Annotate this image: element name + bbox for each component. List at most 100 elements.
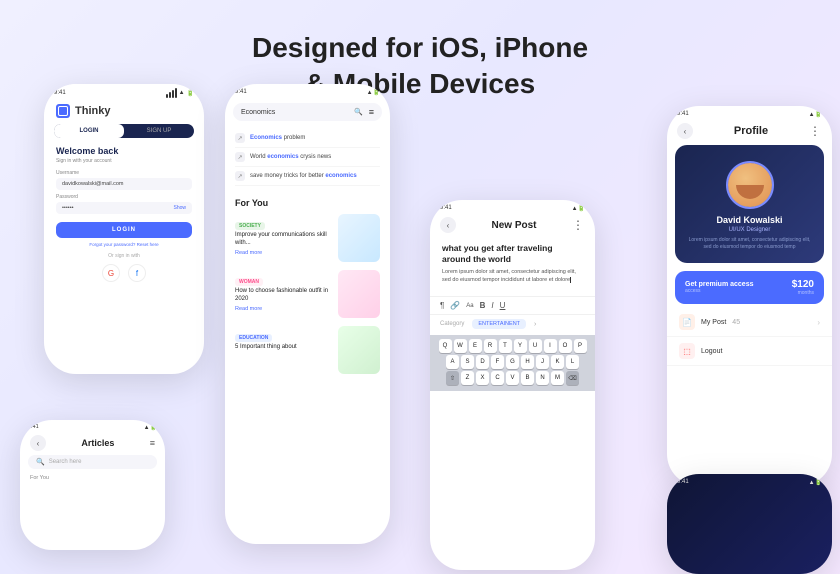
premium-banner[interactable]: Get premium access access $120 months [675, 271, 824, 304]
status-bar: 9:41 ▲🔋 [20, 420, 165, 433]
suggestion-item[interactable]: ↗ Economics problem [235, 129, 380, 148]
key-y[interactable]: Y [514, 339, 527, 353]
key-shift[interactable]: ⇧ [446, 371, 459, 385]
menu-item-logout[interactable]: ⬚ Logout [667, 337, 832, 366]
card-title: How to choose fashionable outfit in 2020 [235, 288, 332, 304]
key-x[interactable]: X [476, 371, 489, 385]
key-h[interactable]: H [521, 355, 534, 369]
app-header: Thinky [44, 100, 204, 124]
card-image [338, 270, 380, 318]
password-input[interactable]: •••••• Show [56, 202, 192, 214]
paragraph-icon[interactable]: ¶ [440, 301, 444, 310]
key-q[interactable]: Q [439, 339, 452, 353]
google-login-btn[interactable]: G [102, 264, 120, 282]
menu-item-mypost[interactable]: 📄 My Post 45 › [667, 308, 832, 337]
post-content: what you get after traveling around the … [430, 239, 595, 296]
suggestion-item[interactable]: ↗ World economics crysis news [235, 148, 380, 167]
status-bar: 9:41 ▲🔋 [44, 84, 204, 100]
key-n[interactable]: N [536, 371, 549, 385]
search-suggestions: ↗ Economics problem ↗ World economics cr… [225, 125, 390, 190]
font-size-icon[interactable]: Aa [466, 303, 473, 309]
read-more-link[interactable]: Read more [235, 250, 332, 256]
key-j[interactable]: J [536, 355, 549, 369]
back-button[interactable]: ‹ [677, 123, 693, 139]
phone-profile: 9:41 ▲🔋 ‹ Profile ⋮ David Kowalski UI/UX… [667, 106, 832, 486]
profile-name: David Kowalski [687, 215, 812, 225]
arrow-icon: › [817, 318, 820, 327]
phone-articles: 9:41 ▲🔋 ‹ Articles ≡ 🔍 Search here For Y… [20, 420, 165, 550]
key-c[interactable]: C [491, 371, 504, 385]
avatar-image [728, 163, 772, 207]
key-s[interactable]: S [461, 355, 474, 369]
or-divider: Or sign in with [56, 253, 192, 259]
article-card[interactable]: WOMAN How to choose fashionable outfit i… [235, 270, 380, 318]
signal-battery: ▲🔋 [144, 424, 157, 431]
key-d[interactable]: D [476, 355, 489, 369]
key-a[interactable]: A [446, 355, 459, 369]
category-value[interactable]: ENTERTAINENT [472, 319, 526, 329]
italic-icon[interactable]: I [491, 301, 493, 310]
signal-battery: ▲🔋 [572, 205, 585, 212]
key-b[interactable]: B [521, 371, 534, 385]
key-o[interactable]: O [559, 339, 572, 353]
tab-login[interactable]: LOGIN [54, 124, 124, 138]
username-input[interactable]: davidkowalski@mail.com [56, 178, 192, 190]
key-z[interactable]: Z [461, 371, 474, 385]
category-row: Category ENTERTAINENT › [430, 315, 595, 333]
more-options-icon[interactable]: ⋮ [809, 124, 822, 138]
search-input[interactable]: Economics 🔍 ≡ [233, 103, 382, 121]
articles-header: ‹ Articles ≡ [20, 433, 165, 455]
articles-title: Articles [81, 438, 114, 448]
premium-label: Get premium access [685, 281, 753, 288]
tab-signup[interactable]: SIGN UP [124, 124, 194, 138]
signal-battery: ▲🔋 [367, 89, 380, 96]
back-button[interactable]: ‹ [30, 435, 46, 451]
key-k[interactable]: K [551, 355, 564, 369]
filter-icon[interactable]: ≡ [150, 438, 155, 448]
key-r[interactable]: R [484, 339, 497, 353]
key-e[interactable]: E [469, 339, 482, 353]
suggestion-item[interactable]: ↗ save money tricks for better economics [235, 167, 380, 186]
key-f[interactable]: F [491, 355, 504, 369]
suggestion-arrow-icon: ↗ [235, 171, 245, 181]
key-m[interactable]: M [551, 371, 564, 385]
signal-battery: ▲🔋 [809, 111, 822, 118]
back-button[interactable]: ‹ [440, 217, 456, 233]
key-delete[interactable]: ⌫ [566, 371, 579, 385]
post-heading: what you get after traveling around the … [442, 243, 583, 265]
key-t[interactable]: T [499, 339, 512, 353]
category-label: Category [440, 321, 464, 327]
premium-price: $120 months [792, 279, 814, 296]
show-password-btn[interactable]: Show [173, 205, 186, 211]
article-card[interactable]: SOCIETY Improve your communications skil… [235, 214, 380, 262]
read-more-link[interactable]: Read more [235, 306, 332, 312]
key-i[interactable]: I [544, 339, 557, 353]
key-l[interactable]: L [566, 355, 579, 369]
filter-icon[interactable]: ≡ [369, 107, 374, 117]
profile-role: UI/UX Designer [687, 227, 812, 233]
newpost-header: ‹ New Post ⋮ [430, 215, 595, 239]
login-button[interactable]: LOGIN [56, 222, 192, 238]
login-tabs: LOGIN SIGN UP [54, 124, 194, 138]
article-card[interactable]: EDUCATION 5 Important thing about [235, 326, 380, 374]
link-icon[interactable]: 🔗 [450, 301, 460, 310]
phone-search: 9:41 ▲🔋 Economics 🔍 ≡ ↗ Economics proble… [225, 84, 390, 544]
more-options-icon[interactable]: ⋮ [572, 218, 585, 232]
logout-label: Logout [701, 348, 722, 355]
app-name: Thinky [75, 105, 110, 117]
bold-icon[interactable]: B [480, 301, 486, 310]
search-bar[interactable]: 🔍 Search here [28, 455, 157, 469]
key-g[interactable]: G [506, 355, 519, 369]
keyboard: Q W E R T Y U I O P A S D F G H J K L ⇧ … [430, 335, 595, 391]
key-p[interactable]: P [574, 339, 587, 353]
profile-banner: David Kowalski UI/UX Designer Lorem ipsu… [675, 145, 824, 263]
for-you-section: For You SOCIETY Improve your communicati… [225, 190, 390, 386]
facebook-login-btn[interactable]: f [128, 264, 146, 282]
underline-icon[interactable]: U [500, 301, 506, 310]
profile-header: ‹ Profile ⋮ [667, 121, 832, 145]
for-you-heading: For You [235, 198, 380, 208]
mypost-label: My Post [701, 319, 726, 326]
key-u[interactable]: U [529, 339, 542, 353]
key-v[interactable]: V [506, 371, 519, 385]
key-w[interactable]: W [454, 339, 467, 353]
